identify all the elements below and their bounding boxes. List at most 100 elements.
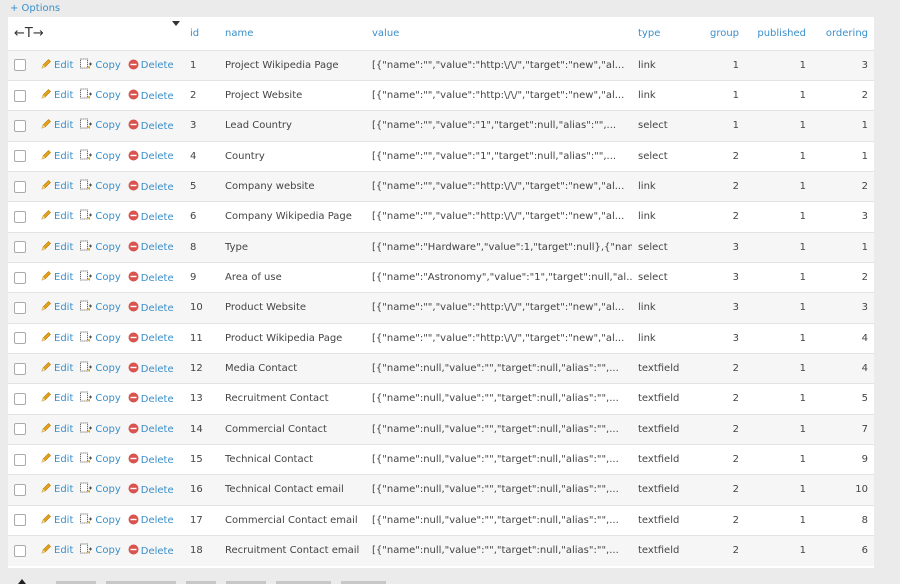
delete-button[interactable]: Delete xyxy=(128,210,174,224)
delete-button[interactable]: Delete xyxy=(128,180,174,194)
options-toggle-link[interactable]: + Options xyxy=(10,3,60,14)
pencil-icon xyxy=(40,331,54,346)
edit-button[interactable]: Edit xyxy=(40,361,73,376)
edit-button[interactable]: Edit xyxy=(40,422,73,437)
edit-button[interactable]: Edit xyxy=(40,240,73,255)
copy-icon xyxy=(80,513,95,528)
delete-label: Delete xyxy=(140,484,174,496)
row-select-cell xyxy=(8,232,34,262)
copy-button[interactable]: Copy xyxy=(80,179,121,194)
row-checkbox[interactable] xyxy=(14,332,26,345)
column-header-group[interactable]: group xyxy=(687,17,745,50)
column-header-id[interactable]: id xyxy=(184,17,219,50)
cell-type: textfield xyxy=(638,545,680,557)
edit-button[interactable]: Edit xyxy=(40,452,73,467)
delete-button[interactable]: Delete xyxy=(128,89,174,103)
copy-button[interactable]: Copy xyxy=(80,513,121,528)
edit-button[interactable]: Edit xyxy=(40,118,73,133)
row-checkbox[interactable] xyxy=(14,89,26,102)
copy-button[interactable]: Copy xyxy=(80,58,121,73)
copy-button[interactable]: Copy xyxy=(80,482,121,497)
row-checkbox[interactable] xyxy=(14,59,26,72)
row-checkbox[interactable] xyxy=(14,180,26,193)
edit-label: Edit xyxy=(54,332,74,344)
copy-button[interactable]: Copy xyxy=(80,300,121,315)
column-header-published[interactable]: published xyxy=(745,17,812,50)
delete-icon xyxy=(128,271,141,285)
row-checkbox[interactable] xyxy=(14,544,26,557)
cell-id: 16 xyxy=(190,484,203,496)
row-actions-cell: Edit Copy Delete xyxy=(34,505,184,535)
edit-button[interactable]: Edit xyxy=(40,270,73,285)
edit-button[interactable]: Edit xyxy=(40,88,73,103)
cell-published: 1 xyxy=(799,181,807,193)
cell-published: 1 xyxy=(799,59,807,71)
row-checkbox[interactable] xyxy=(14,514,26,527)
edit-button[interactable]: Edit xyxy=(40,179,73,194)
delete-button[interactable]: Delete xyxy=(128,271,174,285)
edit-button[interactable]: Edit xyxy=(40,391,73,406)
copy-button[interactable]: Copy xyxy=(80,391,121,406)
column-header-type[interactable]: type xyxy=(632,17,687,50)
delete-button[interactable]: Delete xyxy=(128,423,174,437)
copy-label: Copy xyxy=(95,545,121,557)
delete-button[interactable]: Delete xyxy=(128,150,174,164)
edit-button[interactable]: Edit xyxy=(40,209,73,224)
cell-type: select xyxy=(638,241,668,253)
copy-button[interactable]: Copy xyxy=(80,543,121,558)
row-checkbox[interactable] xyxy=(14,271,26,284)
delete-button[interactable]: Delete xyxy=(128,301,174,315)
row-checkbox[interactable] xyxy=(14,483,26,496)
delete-button[interactable]: Delete xyxy=(128,453,174,467)
copy-button[interactable]: Copy xyxy=(80,118,121,133)
row-checkbox[interactable] xyxy=(14,241,26,254)
copy-button[interactable]: Copy xyxy=(80,88,121,103)
copy-button[interactable]: Copy xyxy=(80,270,121,285)
edit-button[interactable]: Edit xyxy=(40,331,73,346)
edit-button[interactable]: Edit xyxy=(40,300,73,315)
move-columns-control[interactable]: ←T→ xyxy=(14,26,44,41)
delete-button[interactable]: Delete xyxy=(128,332,174,346)
delete-button[interactable]: Delete xyxy=(128,483,174,497)
copy-button[interactable]: Copy xyxy=(80,422,121,437)
edit-button[interactable]: Edit xyxy=(40,513,73,528)
delete-button[interactable]: Delete xyxy=(128,514,174,528)
row-checkbox[interactable] xyxy=(14,210,26,223)
delete-button[interactable]: Delete xyxy=(128,241,174,255)
row-checkbox[interactable] xyxy=(14,453,26,466)
column-move-header[interactable]: ←T→ xyxy=(8,17,184,50)
row-select-cell xyxy=(8,202,34,232)
table-row: Edit Copy Delete 12 Media Contact [{"name":nu… xyxy=(8,353,875,384)
pencil-icon xyxy=(40,300,54,315)
delete-button[interactable]: Delete xyxy=(128,392,174,406)
cell-group: 2 xyxy=(732,150,740,162)
edit-button[interactable]: Edit xyxy=(40,482,73,497)
column-header-value[interactable]: value xyxy=(366,17,632,50)
copy-button[interactable]: Copy xyxy=(80,361,121,376)
row-checkbox[interactable] xyxy=(14,392,26,405)
edit-button[interactable]: Edit xyxy=(40,543,73,558)
cell-name: Media Contact xyxy=(225,363,298,375)
edit-button[interactable]: Edit xyxy=(40,58,73,73)
column-header-name[interactable]: name xyxy=(219,17,366,50)
row-checkbox[interactable] xyxy=(14,150,26,163)
delete-button[interactable]: Delete xyxy=(128,59,174,73)
copy-button[interactable]: Copy xyxy=(80,149,121,164)
copy-button[interactable]: Copy xyxy=(80,209,121,224)
row-checkbox[interactable] xyxy=(14,301,26,314)
row-checkbox[interactable] xyxy=(14,423,26,436)
row-checkbox[interactable] xyxy=(14,362,26,375)
column-header-ordering[interactable]: ordering xyxy=(812,17,874,50)
copy-button[interactable]: Copy xyxy=(80,331,121,346)
cell-ordering: 7 xyxy=(861,423,869,435)
copy-button[interactable]: Copy xyxy=(80,240,121,255)
delete-button[interactable]: Delete xyxy=(128,544,174,558)
edit-button[interactable]: Edit xyxy=(40,149,73,164)
scroll-up-icon[interactable] xyxy=(18,579,26,584)
sort-caret-icon[interactable] xyxy=(172,21,181,26)
row-actions-cell: Edit Copy Delete xyxy=(34,536,184,566)
delete-button[interactable]: Delete xyxy=(128,119,174,133)
delete-button[interactable]: Delete xyxy=(128,362,174,376)
copy-button[interactable]: Copy xyxy=(80,452,121,467)
row-checkbox[interactable] xyxy=(14,119,26,132)
